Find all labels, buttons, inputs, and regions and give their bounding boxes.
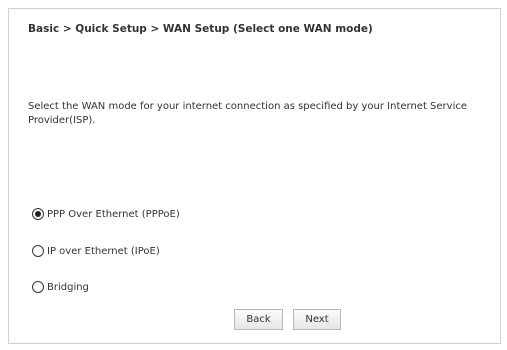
- wan-mode-option-pppoe[interactable]: PPP Over Ethernet (PPPoE): [32, 206, 180, 222]
- pppoe-label: PPP Over Ethernet (PPPoE): [47, 208, 180, 220]
- page-title: Basic > Quick Setup > WAN Setup (Select …: [28, 23, 373, 35]
- ipoe-label: IP over Ethernet (IPoE): [47, 245, 160, 257]
- wan-mode-option-ipoe[interactable]: IP over Ethernet (IPoE): [32, 243, 160, 259]
- back-button[interactable]: Back: [234, 309, 283, 330]
- next-button[interactable]: Next: [293, 309, 341, 330]
- ipoe-radio[interactable]: [32, 245, 44, 257]
- wan-mode-option-bridging[interactable]: Bridging: [32, 279, 89, 295]
- instruction-text: Select the WAN mode for your internet co…: [28, 101, 468, 126]
- bridging-radio[interactable]: [32, 281, 44, 293]
- pppoe-radio[interactable]: [32, 208, 44, 220]
- bridging-label: Bridging: [47, 281, 89, 293]
